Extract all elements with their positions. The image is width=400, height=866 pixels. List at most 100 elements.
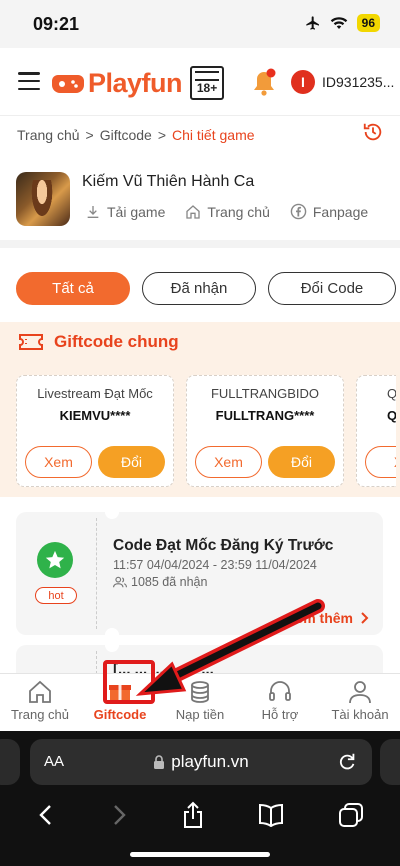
facebook-icon — [290, 203, 307, 220]
chevron-right-icon — [361, 612, 369, 624]
view-button[interactable]: Xem — [25, 446, 92, 478]
bottom-navigation: Trang chủ Giftcode Nạp tiền Hỗ trợ Tài k… — [0, 673, 400, 731]
giftcode-value: FULLTRANG**** — [215, 408, 315, 423]
app-header: Playfun 18+ I ID931235... — [0, 48, 400, 116]
ticket-icon — [19, 334, 43, 350]
home-page-link[interactable]: Trang chủ — [185, 203, 270, 220]
redeem-button[interactable]: Đổi — [98, 446, 165, 478]
filter-tabs: Tất cả Đã nhận Đổi Code — [16, 272, 396, 305]
tabs-icon[interactable] — [338, 802, 364, 828]
tab-exchange-code[interactable]: Đổi Code — [268, 272, 396, 305]
view-button[interactable]: Xem — [195, 446, 262, 478]
breadcrumb: Trang chủ > Giftcode > Chi tiết game — [17, 127, 255, 143]
nav-giftcode[interactable]: Giftcode — [80, 674, 160, 731]
breadcrumb-separator: > — [85, 127, 94, 143]
nav-giftcode-label: Giftcode — [93, 707, 147, 722]
user-account[interactable]: I ID931235... — [291, 70, 394, 94]
giftcode-name: FULLTRANGBIDO — [210, 386, 320, 401]
giftcode-card: FULLTRANGBIDO FULLTRANG**** Xem Đổi — [186, 375, 344, 487]
history-icon[interactable] — [362, 121, 384, 143]
airplane-icon — [305, 16, 319, 30]
redeem-button[interactable]: Đổi — [268, 446, 335, 478]
nav-home-label: Trang chủ — [10, 707, 70, 722]
giftcode-card-partial: Q Q Xe — [356, 375, 396, 487]
star-icon — [37, 542, 73, 578]
notification-bell[interactable] — [250, 68, 278, 103]
age-rating-badge: 18+ — [190, 66, 225, 100]
status-time: 09:21 — [33, 14, 80, 34]
card-notch — [105, 505, 119, 519]
gift-box-icon — [109, 685, 131, 702]
bookmarks-icon[interactable] — [257, 803, 285, 827]
app-screen: 09:21 96 Playfun 18+ I ID931235... Trang… — [0, 0, 400, 866]
download-game-label: Tải game — [107, 203, 166, 220]
previous-tab-preview[interactable] — [0, 739, 20, 785]
next-tab-preview[interactable] — [380, 739, 400, 785]
event-received-count: 1085 đã nhận — [113, 575, 207, 589]
nav-support-label: Hỗ trợ — [261, 707, 299, 722]
nav-topup-label: Nạp tiền — [175, 707, 225, 722]
playfun-logo[interactable]: Playfun 18+ — [52, 66, 225, 100]
game-title: Kiếm Vũ Thiên Hành Ca — [82, 173, 255, 190]
reload-icon[interactable] — [336, 751, 358, 773]
battery-indicator: 96 — [356, 14, 380, 32]
avatar: I — [291, 70, 315, 94]
nav-home[interactable]: Trang chủ — [0, 674, 80, 731]
user-id: ID931235... — [322, 74, 395, 90]
giftcode-section: Giftcode chung Livestream Đạt Mốc KIEMVU… — [0, 322, 400, 497]
users-icon — [113, 576, 127, 588]
home-icon — [186, 204, 201, 219]
wifi-icon — [330, 17, 347, 29]
breadcrumb-giftcode[interactable]: Giftcode — [100, 127, 152, 143]
download-game-link[interactable]: Tải game — [85, 203, 165, 220]
giftcode-section-header: Giftcode chung — [18, 332, 179, 352]
nav-account[interactable]: Tài khoản — [320, 674, 400, 731]
giftcode-value: Q — [387, 408, 396, 423]
giftcode-cards: Livestream Đạt Mốc KIEMVU**** Xem Đổi FU… — [16, 375, 396, 487]
event-date: 11:57 04/04/2024 - 23:59 11/04/2024 — [113, 558, 317, 572]
event-card[interactable]: hot Code Đạt Mốc Đăng Ký Trước 11:57 04/… — [16, 505, 383, 642]
giftcode-card: Livestream Đạt Mốc KIEMVU**** Xem Đổi — [16, 375, 174, 487]
hot-badge: hot — [35, 587, 77, 604]
breadcrumb-separator: > — [157, 127, 167, 143]
download-icon — [87, 205, 99, 218]
address-bar[interactable]: AA playfun.vn — [30, 739, 372, 785]
nav-account-label: Tài khoản — [331, 707, 389, 722]
breadcrumb-home[interactable]: Trang chủ — [17, 127, 80, 143]
giftcode-name: Q — [387, 386, 396, 401]
fanpage-label: Fanpage — [312, 203, 369, 220]
url-display: playfun.vn — [30, 752, 372, 772]
share-icon[interactable] — [181, 801, 205, 829]
tab-all[interactable]: Tất cả — [16, 272, 130, 305]
user-icon — [349, 681, 371, 704]
received-count-text: 1085 đã nhận — [131, 575, 208, 589]
fanpage-link[interactable]: Fanpage — [290, 203, 368, 220]
view-button[interactable]: Xe — [365, 446, 396, 478]
nav-topup[interactable]: Nạp tiền — [160, 674, 240, 731]
back-icon[interactable] — [36, 803, 56, 827]
nav-support[interactable]: Hỗ trợ — [240, 674, 320, 731]
giftcode-section-title: Giftcode chung — [54, 332, 179, 351]
logo-text: Playfun — [88, 67, 183, 98]
section-divider — [0, 240, 400, 248]
see-more-link[interactable]: Xem thêm — [286, 610, 369, 626]
headset-icon — [269, 681, 291, 701]
status-bar: 09:21 96 — [0, 0, 400, 48]
gamepad-logo-icon — [52, 75, 84, 93]
browser-chrome: AA playfun.vn — [0, 731, 400, 866]
game-links: Tải game Trang chủ Fanpage — [85, 203, 368, 220]
lock-icon — [154, 755, 165, 769]
tab-received[interactable]: Đã nhận — [142, 272, 256, 305]
menu-icon[interactable] — [18, 72, 40, 90]
breadcrumb-current: Chi tiết game — [172, 127, 255, 143]
home-page-label: Trang chủ — [207, 203, 270, 220]
event-title: Code Đạt Mốc Đăng Ký Trước — [113, 537, 334, 554]
status-icons: 96 — [305, 14, 380, 32]
game-thumbnail[interactable] — [16, 172, 70, 226]
card-divider — [96, 518, 97, 629]
forward-icon[interactable] — [109, 803, 129, 827]
see-more-label: Xem thêm — [286, 610, 353, 626]
url-text: playfun.vn — [171, 752, 249, 771]
home-icon — [29, 680, 51, 703]
giftcode-name: Livestream Đạt Mốc — [37, 386, 153, 401]
